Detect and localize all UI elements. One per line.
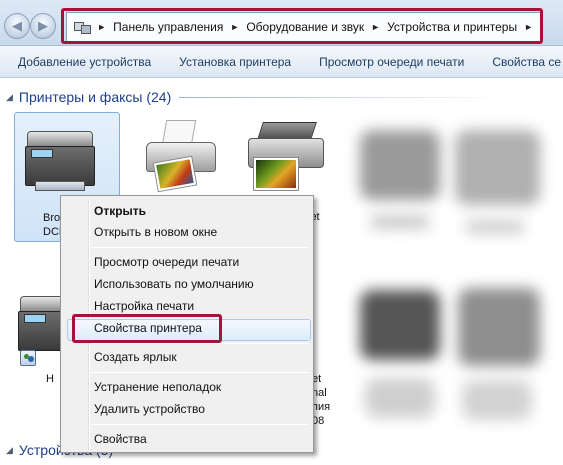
command-bar: Добавление устройства Установка принтера… [0,46,563,78]
blurred-device-icon [360,130,440,200]
menu-item-troubleshoot[interactable]: Устранение неполадок [94,380,221,394]
address-highlight-box [61,8,543,44]
device-tile-hp[interactable]: H [14,290,66,390]
add-printer-button[interactable]: Установка принтера [165,55,305,69]
forward-button[interactable]: ▶ [30,13,56,39]
multifunction-printer-icon [18,296,66,358]
menu-item-remove-device[interactable]: Удалить устройство [94,402,205,416]
blurred-device-icon [360,290,440,360]
server-properties-button[interactable]: Свойства се [478,55,563,69]
menu-item-create-shortcut[interactable]: Создать ярлык [94,350,177,364]
menu-separator [91,247,309,248]
title-bar: ◀ ▶ ► Панель управления ► Оборудование и… [0,0,563,46]
blurred-label [465,220,525,234]
blurred-label [462,380,532,420]
collapse-icon[interactable]: ◢ [6,445,13,456]
blurred-label [370,215,430,229]
printers-group-header[interactable]: ◢ Принтеры и факсы (24) [6,89,510,105]
menu-separator [91,424,309,425]
menu-item-open-new-window[interactable]: Открыть в новом окне [94,225,217,239]
device-label: et nal пия 08 [312,373,331,427]
menu-separator [91,372,309,373]
back-button[interactable]: ◀ [4,13,30,39]
add-device-button[interactable]: Добавление устройства [0,55,165,69]
inkjet-printer-icon [142,120,220,192]
collapse-icon[interactable]: ◢ [6,92,13,103]
back-arrow-icon: ◀ [12,18,22,33]
blurred-label [365,378,435,418]
printers-group-label: Принтеры и факсы (24) [18,89,172,105]
menu-item-open[interactable]: Открыть [94,204,146,218]
group-divider [179,96,510,98]
photo-printer-icon [246,122,326,194]
blurred-device-icon [455,130,540,205]
blurred-device-icon [458,288,540,366]
multifunction-printer-icon [25,131,95,193]
menu-separator [91,343,309,344]
forward-arrow-icon: ▶ [38,18,48,33]
menu-highlight-box [72,314,222,343]
users-icon [20,350,36,366]
menu-item-properties[interactable]: Свойства [94,432,147,446]
device-tile-inkjet[interactable] [136,112,226,202]
menu-item-set-default[interactable]: Использовать по умолчанию [94,277,254,291]
device-label: H [46,373,54,385]
menu-item-print-queue[interactable]: Просмотр очереди печати [94,255,239,269]
print-queue-button[interactable]: Просмотр очереди печати [305,55,478,69]
menu-item-print-preferences[interactable]: Настройка печати [94,299,194,313]
